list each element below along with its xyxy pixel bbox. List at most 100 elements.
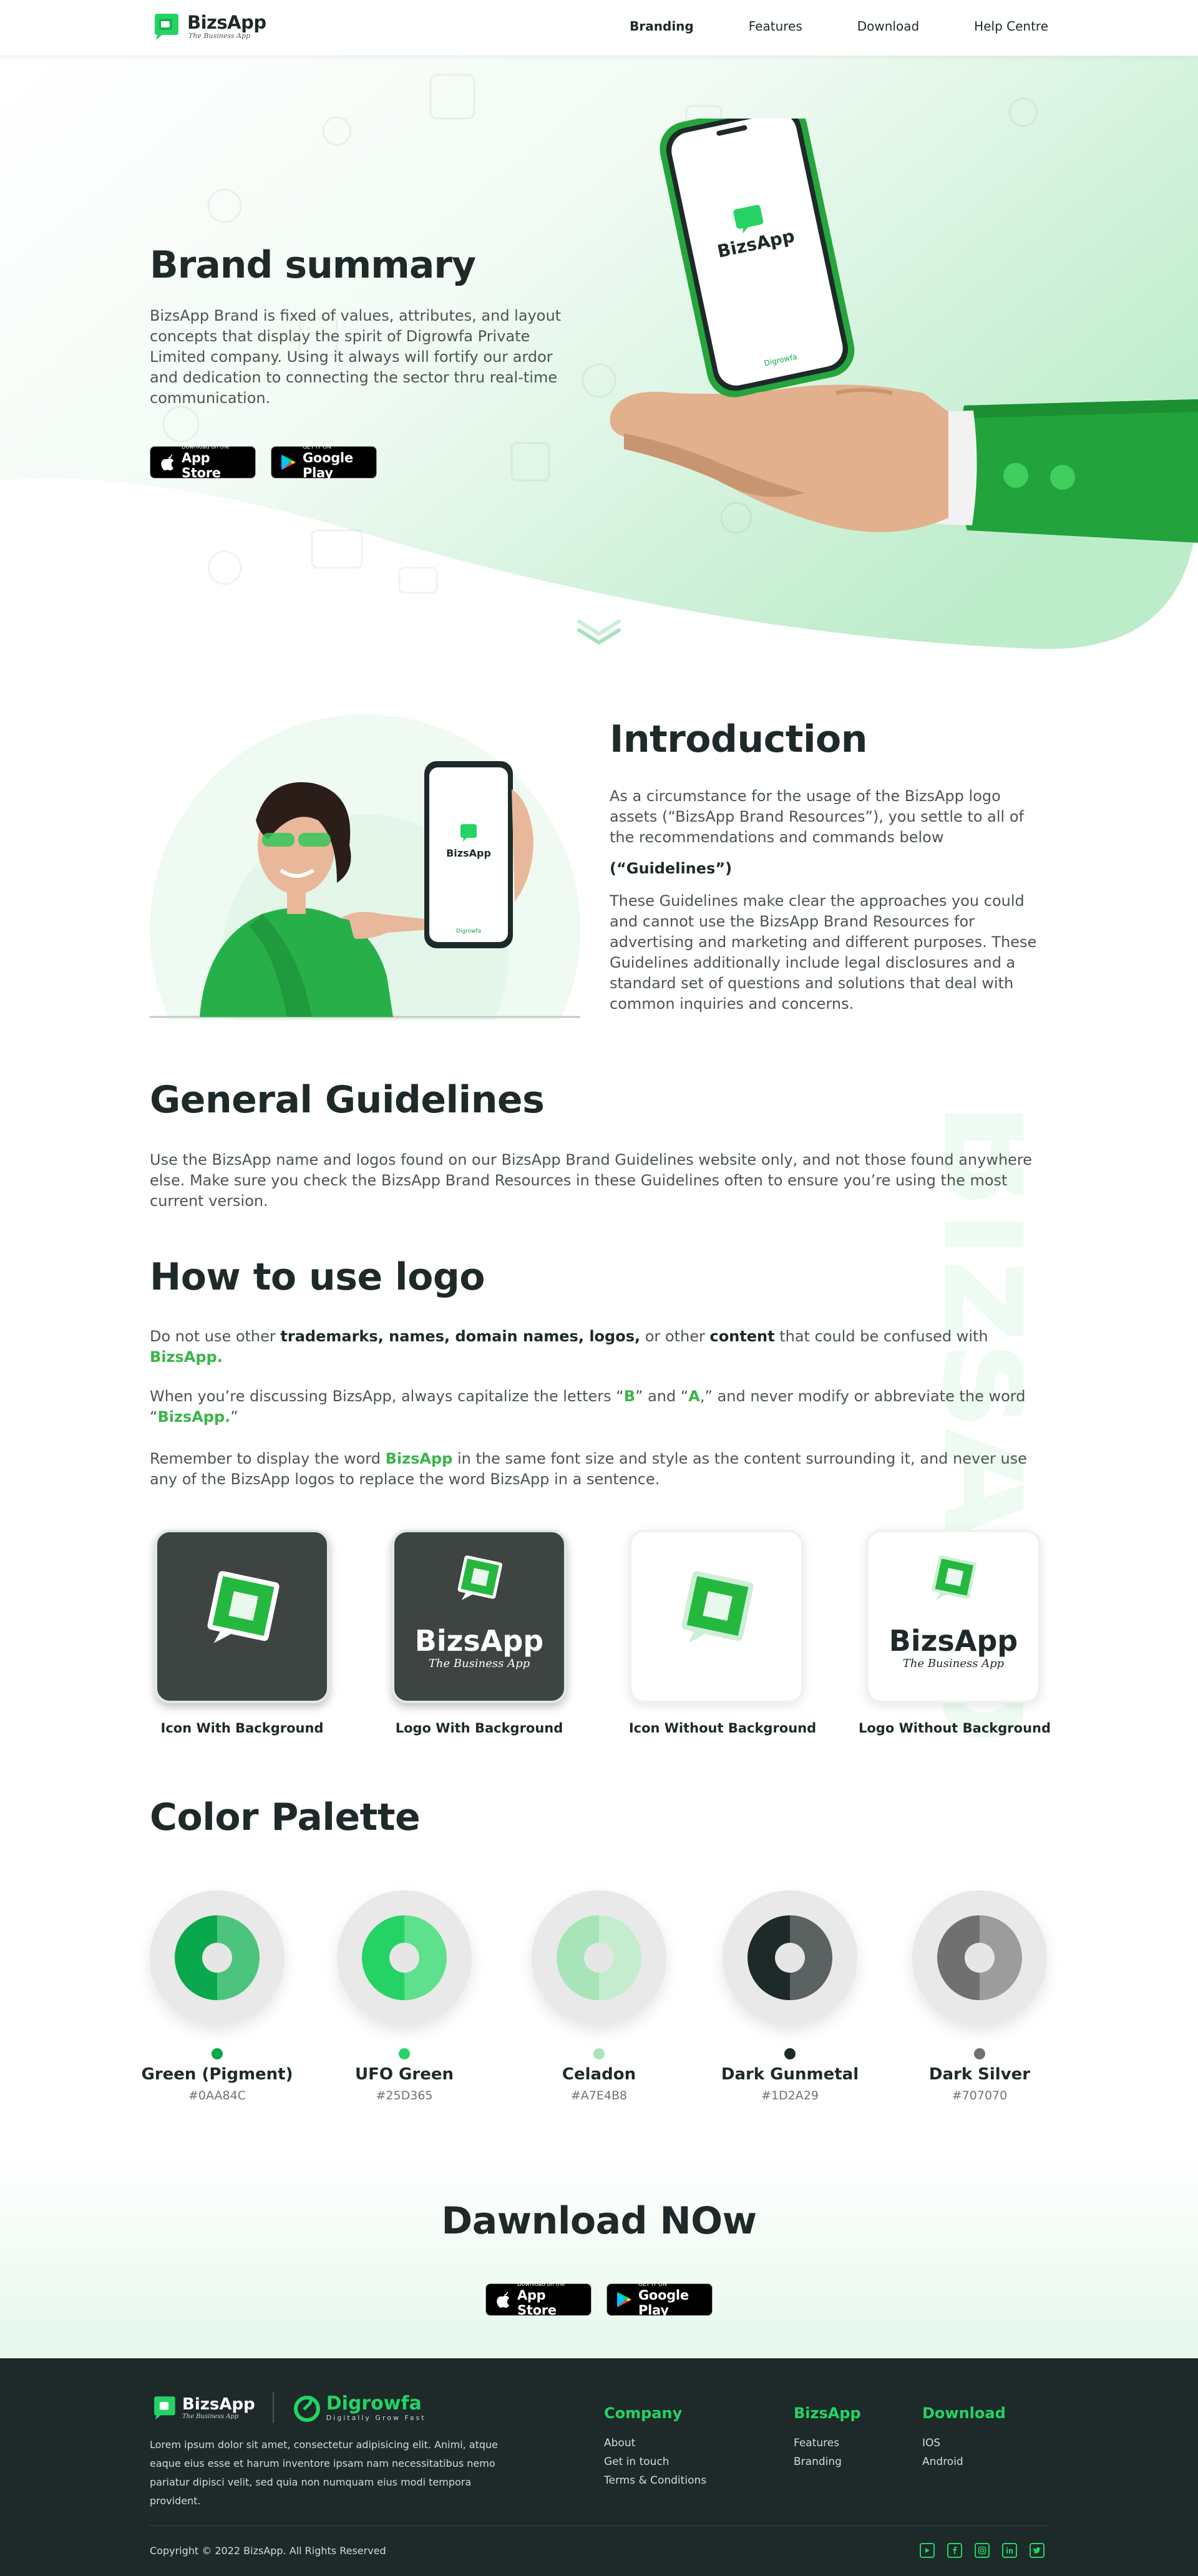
logo-word-plain: BizsApp: [889, 1624, 1018, 1658]
color-name: Celadon: [562, 2065, 636, 2084]
bizsapp-icon-plain: [681, 1571, 754, 1643]
color-name: Dark Gunmetal: [721, 2065, 859, 2084]
footer-link-about[interactable]: About: [604, 2437, 635, 2449]
general-guidelines-paragraph: Use the BizsApp name and logos found on …: [150, 1151, 1033, 1210]
facebook-icon[interactable]: [947, 2543, 962, 2558]
app-store-badge[interactable]: Download on the App Store: [150, 444, 256, 480]
download-app-store-small: Download on the: [517, 2282, 565, 2288]
intro-woman-illustration: BizsApp Digrowfa: [150, 714, 580, 1020]
youtube-icon[interactable]: [920, 2543, 935, 2558]
footer-link-terms[interactable]: Terms & Conditions: [604, 2474, 706, 2487]
footer-heading-bizsapp: BizsApp: [794, 2404, 861, 2422]
twitter-icon[interactable]: [1030, 2543, 1045, 2558]
download-app-store-badge[interactable]: Download on the App Store: [485, 2282, 592, 2318]
color-swatch: [723, 1890, 857, 2025]
icon-without-background-caption: Icon Without Background: [628, 1721, 817, 1736]
footer-link-branding[interactable]: Branding: [794, 2456, 842, 2468]
logo-tagline: The Business App: [429, 1657, 530, 1670]
intro-phone-footer-text: Digrowfa: [456, 928, 481, 935]
footer-link-features[interactable]: Features: [794, 2437, 839, 2449]
icon-with-background-caption: Icon With Background: [160, 1721, 324, 1736]
footer-logo-divider: [272, 2392, 274, 2423]
color-hex: #0AA84C: [188, 2089, 246, 2102]
footer-bizsapp-logo[interactable]: BizsApp The Business App: [150, 2393, 255, 2422]
site-header: BizsApp The Business App Branding Featur…: [0, 0, 1198, 56]
google-play-big-text: Google Play: [303, 450, 353, 480]
brand-name: BizsApp: [187, 12, 266, 33]
page: BizsApp The Business App Branding Featur…: [0, 0, 1198, 2576]
logo-with-background-caption: Logo With Background: [395, 1721, 563, 1736]
download-store-badges: Download on the App Store GET IT ON Goog…: [485, 2282, 713, 2318]
color-dot: [784, 2048, 796, 2059]
google-play-small-text: GET IT ON: [303, 444, 331, 450]
hero-store-badges: Download on the App Store GET IT ON Goog…: [150, 444, 377, 480]
color-name: UFO Green: [355, 2065, 454, 2084]
footer-link-get-in-touch[interactable]: Get in touch: [604, 2456, 670, 2468]
logo-with-background-card: BizsApp The Business App: [392, 1530, 567, 1703]
color-dot: [399, 2048, 410, 2059]
bizsapp-logo-icon: [155, 14, 178, 40]
footer-heading-company: Company: [604, 2404, 683, 2422]
color-hex: #A7E4B8: [570, 2089, 628, 2102]
color-dot: [593, 2048, 605, 2059]
brand-logo[interactable]: BizsApp The Business App: [150, 10, 266, 42]
app-store-small-text: Download on the: [182, 444, 230, 450]
footer-brand-name: BizsApp: [182, 2394, 255, 2414]
linkedin-icon[interactable]: [1002, 2543, 1017, 2558]
intro-guidelines-label: (“Guidelines”): [610, 860, 733, 877]
bizsapp-logo-full: BizsApp The Business App: [415, 1555, 543, 1670]
app-store-big-text: App Store: [182, 450, 221, 480]
color-hex: #25D365: [376, 2089, 433, 2102]
footer-divider: [150, 2525, 1048, 2526]
footer-link-android[interactable]: Android: [922, 2456, 963, 2468]
intro-phone-brand-text: BizsApp: [446, 847, 491, 859]
color-name: Green (Pigment): [141, 2065, 293, 2084]
bizsapp-icon: [207, 1571, 280, 1643]
color-hex: #707070: [952, 2089, 1008, 2102]
hero-title: Brand summary: [150, 243, 476, 287]
google-play-icon: [617, 2292, 631, 2307]
footer-brand-tag: The Business App: [182, 2413, 239, 2420]
logo-word: BizsApp: [415, 1624, 543, 1658]
color-swatch: [912, 1890, 1047, 2025]
hero-hand-phone-illustration: BizsApp Digrowfa: [610, 119, 1198, 543]
apple-icon: [497, 2292, 509, 2308]
intro-title: Introduction: [610, 717, 867, 761]
logo-tagline-plain: The Business App: [903, 1657, 1005, 1670]
bizsapp-logo-icon: [154, 2396, 175, 2420]
how-to-use-logo-title: How to use logo: [150, 1255, 485, 1299]
intro-paragraph-2: These Guidelines make clear the approach…: [610, 892, 1037, 1013]
how-to-paragraph-2: When you’re discussing BizsApp, always c…: [150, 1388, 1026, 1426]
intro-paragraph-1: As a circumstance for the usage of the B…: [610, 787, 1024, 846]
download-google-play-big: Google Play: [638, 2288, 689, 2318]
how-to-paragraph-3: Remember to display the word BizsApp in …: [150, 1450, 1027, 1488]
download-google-play-badge[interactable]: GET IT ON Google Play: [606, 2282, 713, 2318]
general-guidelines-title: General Guidelines: [150, 1078, 545, 1122]
digrowfa-logo-icon: [293, 2395, 320, 2422]
download-app-store-big: App Store: [517, 2288, 557, 2318]
google-play-icon: [281, 455, 296, 470]
instagram-icon[interactable]: [975, 2543, 990, 2558]
main-nav: Branding Features Download Help Centre: [575, 19, 1048, 34]
icon-with-background-card: [155, 1530, 329, 1703]
color-palette-title: Color Palette: [150, 1796, 421, 1839]
nav-download[interactable]: Download: [857, 19, 919, 34]
color-dot: [212, 2048, 223, 2059]
color-swatch: [150, 1890, 285, 2025]
footer-heading-download: Download: [922, 2404, 1006, 2422]
color-name: Dark Silver: [928, 2065, 1031, 2084]
footer-description: Lorem ipsum dolor sit amet, consectetur …: [150, 2439, 499, 2507]
nav-features[interactable]: Features: [749, 19, 802, 34]
color-hex: #1D2A29: [761, 2089, 819, 2102]
icon-without-background-card: [629, 1530, 804, 1703]
footer-copyright: Copyright © 2022 BizsApp. All Rights Res…: [150, 2545, 386, 2557]
google-play-badge[interactable]: GET IT ON Google Play: [271, 444, 377, 480]
how-to-paragraph-1: Do not use other trademarks, names, doma…: [150, 1328, 988, 1366]
color-swatch: [532, 1890, 666, 2025]
color-dot: [974, 2048, 985, 2059]
footer-link-ios[interactable]: IOS: [922, 2437, 940, 2449]
nav-help-centre[interactable]: Help Centre: [974, 19, 1048, 34]
nav-branding[interactable]: Branding: [630, 19, 694, 34]
footer-digrowfa-logo[interactable]: Digrowfa Digitally Grow Fast: [291, 2392, 426, 2423]
download-google-play-small: GET IT ON: [638, 2282, 667, 2288]
